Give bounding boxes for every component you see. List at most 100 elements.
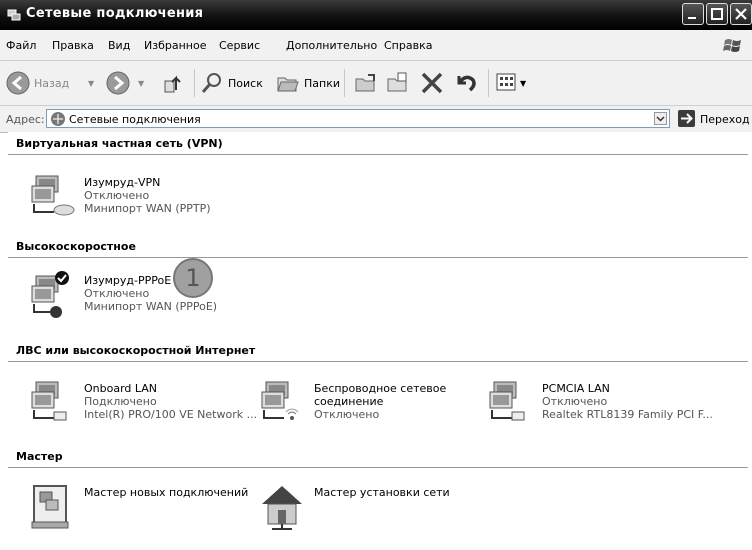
chevron-down-icon: ▼ <box>520 79 527 88</box>
undo-icon <box>457 75 476 92</box>
views-button[interactable]: ▼ <box>494 61 530 105</box>
lan-connection-icon <box>489 381 525 421</box>
vpn-connection-icon <box>31 175 75 216</box>
group-divider <box>8 154 748 155</box>
connection-pcmcia-lan[interactable]: PCMCIA LAN Отключено Realtek RTL8139 Fam… <box>486 378 726 426</box>
callout-marker: 1 <box>173 258 213 298</box>
undo-button[interactable] <box>452 61 480 105</box>
connection-status: Отключено <box>84 287 150 300</box>
toolbar: Назад ▼ ▼ Поиск Папки ▼ <box>0 61 752 106</box>
back-button[interactable]: Назад ▼ <box>4 61 94 105</box>
group-divider <box>8 257 748 258</box>
home-network-icon <box>262 486 302 530</box>
connection-status: Отключено <box>542 395 608 408</box>
copy-to-icon <box>387 72 407 92</box>
up-folder-icon <box>164 75 181 93</box>
connections-list: Виртуальная частная сеть (VPN) Изумруд-V… <box>8 132 752 550</box>
chevron-down-icon: ▼ <box>138 79 145 88</box>
maximize-button[interactable] <box>706 3 728 25</box>
menu-tools[interactable]: Сервис <box>219 39 260 52</box>
search-icon <box>201 73 221 93</box>
network-connections-icon <box>51 112 65 126</box>
network-setup-wizard[interactable]: Мастер установки сети <box>258 482 478 536</box>
toolbar-separator <box>488 69 489 97</box>
group-divider <box>8 361 748 362</box>
connection-status: Отключено <box>84 189 150 202</box>
network-connections-icon <box>7 9 21 21</box>
connection-device: Realtek RTL8139 Family PCI F... <box>542 408 713 421</box>
connection-device: Intel(R) PRO/100 VE Network ... <box>84 408 258 421</box>
folders-button[interactable]: Папки <box>274 61 340 105</box>
pppoe-connection-icon <box>31 271 69 318</box>
address-field[interactable]: Сетевые подключения <box>46 109 670 128</box>
title-bar[interactable]: Сетевые подключения <box>0 0 752 30</box>
address-value: Сетевые подключения <box>69 113 201 126</box>
move-to-button[interactable] <box>352 61 380 105</box>
chevron-down-icon <box>656 116 665 122</box>
go-button[interactable] <box>678 110 695 127</box>
menu-advanced[interactable]: Дополнительно <box>286 39 377 52</box>
go-label[interactable]: Переход <box>700 113 750 126</box>
network-connections-window: Сетевые подключения Файл Правка Вид Избр… <box>0 0 752 550</box>
folders-icon <box>277 77 299 92</box>
close-icon <box>735 8 747 20</box>
search-label: Поиск <box>228 77 263 90</box>
connection-vpn[interactable]: Изумруд-VPN Отключено Минипорт WAN (PPTP… <box>28 172 248 220</box>
connection-status: Подключено <box>84 395 157 408</box>
menu-bar: Файл Правка Вид Избранное Сервис Дополни… <box>0 30 752 61</box>
menu-file[interactable]: Файл <box>6 39 36 52</box>
connection-device: Минипорт WAN (PPPoE) <box>84 300 218 313</box>
address-bar: Адрес: Сетевые подключения Переход <box>0 106 752 133</box>
delete-icon <box>421 72 443 94</box>
toolbar-separator <box>194 69 195 97</box>
connection-name: Изумруд-VPN <box>84 176 161 189</box>
go-arrow-icon <box>681 113 693 124</box>
toolbar-separator <box>344 69 345 97</box>
connection-name: PCMCIA LAN <box>542 382 610 395</box>
minimize-button[interactable] <box>682 3 704 25</box>
connection-name: Беспроводное сетевое <box>314 382 447 395</box>
wizard-label: Мастер установки сети <box>314 486 450 499</box>
group-title-vpn: Виртуальная частная сеть (VPN) <box>16 137 223 150</box>
address-label: Адрес: <box>6 113 45 126</box>
delete-button[interactable] <box>418 61 446 105</box>
group-title-highspeed: Высокоскоростное <box>16 240 136 253</box>
folders-label: Папки <box>304 77 340 90</box>
views-icon <box>496 73 516 91</box>
up-folder-button[interactable] <box>160 61 188 105</box>
maximize-icon <box>711 8 723 20</box>
address-dropdown[interactable] <box>654 112 667 125</box>
lan-connection-icon <box>31 381 67 421</box>
group-title-lan: ЛВС или высокоскоростной Интернет <box>16 344 256 357</box>
connection-name: Onboard LAN <box>84 382 158 395</box>
move-to-icon <box>355 74 375 92</box>
wizard-icon <box>31 485 69 529</box>
connection-name-line2: соединение <box>314 395 384 408</box>
group-divider <box>8 467 748 468</box>
search-button[interactable]: Поиск <box>198 61 272 105</box>
wireless-connection-icon <box>261 381 299 420</box>
new-connection-wizard[interactable]: Мастер новых подключений <box>28 482 258 536</box>
back-label: Назад <box>34 77 70 90</box>
minimize-icon <box>688 17 696 19</box>
close-button[interactable] <box>730 3 752 25</box>
menu-help[interactable]: Справка <box>384 39 432 52</box>
connection-wireless[interactable]: Беспроводное сетевое соединение Отключен… <box>258 378 478 426</box>
forward-arrow-icon <box>106 71 130 95</box>
group-title-wizard: Мастер <box>16 450 63 463</box>
chevron-down-icon: ▼ <box>88 79 95 88</box>
back-arrow-icon <box>6 71 30 95</box>
windows-flag-icon <box>723 39 741 52</box>
connection-status: Отключено <box>314 408 380 421</box>
menu-favorites[interactable]: Избранное <box>144 39 206 52</box>
menu-edit[interactable]: Правка <box>52 39 94 52</box>
connection-name: Изумруд-PPPoE <box>84 274 172 287</box>
copy-to-button[interactable] <box>384 61 412 105</box>
connection-onboard-lan[interactable]: Onboard LAN Подключено Intel(R) PRO/100 … <box>28 378 258 426</box>
window-title: Сетевые подключения <box>26 6 204 21</box>
wizard-label: Мастер новых подключений <box>84 486 249 499</box>
connection-device: Минипорт WAN (PPTP) <box>84 202 211 215</box>
connection-pppoe[interactable]: Изумруд-PPPoE Отключено Минипорт WAN (PP… <box>28 270 248 320</box>
menu-view[interactable]: Вид <box>108 39 130 52</box>
forward-button[interactable]: ▼ <box>104 61 156 105</box>
